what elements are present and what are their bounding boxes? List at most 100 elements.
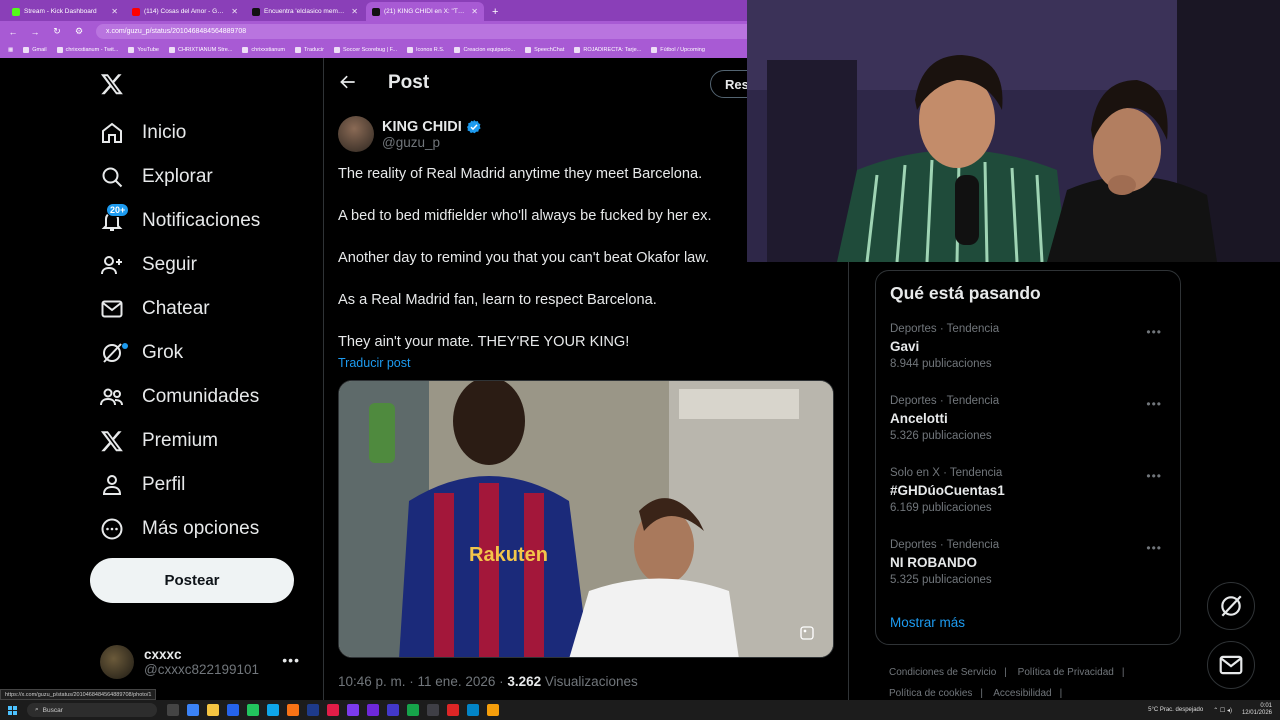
post-meta: 10:46 p. m. · 11 ene. 2026 · 3.262 Visua… (338, 674, 638, 689)
more-icon[interactable]: ••• (1146, 397, 1162, 411)
home-icon (102, 122, 122, 143)
more-icon[interactable]: ••• (282, 652, 300, 668)
x-logo-icon[interactable] (100, 72, 124, 96)
back-arrow-icon[interactable] (338, 72, 358, 92)
bookmark-item[interactable]: Soccer Scorebug | F... (333, 47, 397, 53)
post-button[interactable]: Postear (90, 558, 294, 603)
webcam-feed (747, 0, 1280, 262)
apps-icon[interactable]: ▦ (8, 47, 13, 53)
close-icon[interactable]: ✕ (231, 7, 238, 16)
author-name[interactable]: KING CHIDI (382, 119, 462, 135)
more-icon[interactable]: ••• (1146, 541, 1162, 555)
post-timestamp[interactable]: 10:46 p. m. · 11 ene. 2026 · (338, 674, 507, 689)
kick-icon (12, 7, 20, 16)
sidebar-item-grok[interactable]: Grok (100, 333, 183, 373)
footer-link[interactable]: Condiciones de Servicio (889, 667, 996, 678)
author-avatar[interactable] (338, 116, 374, 152)
more-icon[interactable]: ••• (1146, 469, 1162, 483)
verified-badge-icon (466, 119, 481, 133)
task-view-icon[interactable] (167, 704, 179, 716)
outlook-icon[interactable] (227, 704, 239, 716)
views-count: 3.262 (507, 674, 542, 689)
footer-link[interactable]: Accesibilidad (993, 688, 1051, 699)
browser-tab[interactable]: Encuentra 'elclasico memes' en ...✕ (246, 2, 364, 21)
post-image[interactable]: Rakuten (338, 380, 834, 658)
messages-fab-button[interactable] (1207, 641, 1255, 689)
bookmark-item[interactable]: CHRIXTIANUM Stre... (168, 47, 232, 53)
trend-item[interactable]: Deportes · Tendencia Gavi 8.944 publicac… (890, 323, 1170, 370)
after-effects-icon[interactable] (347, 704, 359, 716)
sidebar-item-inicio[interactable]: Inicio (100, 113, 186, 153)
alt-text-icon[interactable] (799, 625, 815, 641)
close-icon[interactable]: ✕ (351, 7, 358, 16)
site-info-icon[interactable]: ⚙ (74, 26, 84, 37)
sidebar-item-notificaciones[interactable]: 20+ Notificaciones (100, 201, 260, 241)
chrome-icon[interactable] (487, 704, 499, 716)
grok-icon (103, 343, 122, 363)
obs-icon[interactable] (427, 704, 439, 716)
folder-icon[interactable] (207, 704, 219, 716)
new-tab-button[interactable]: + (492, 6, 498, 18)
taskbar-apps (167, 704, 499, 716)
bookmark-item[interactable]: ROJADIRECTA: Tarje... (574, 47, 641, 53)
avatar (100, 645, 134, 679)
media-encoder-icon[interactable] (367, 704, 379, 716)
premiere-icon[interactable] (387, 704, 399, 716)
trend-item[interactable]: Deportes · Tendencia Ancelotti 5.326 pub… (890, 395, 1170, 442)
edge-icon[interactable] (267, 704, 279, 716)
weather-text[interactable]: 5°C Prac. despejado (1148, 707, 1203, 713)
url-field[interactable]: x.com/guzu_p/status/2010468484564889708 (96, 24, 826, 39)
youtube-icon[interactable] (447, 704, 459, 716)
back-icon[interactable]: ← (8, 27, 18, 37)
grok-fab-button[interactable] (1207, 582, 1255, 630)
sidebar-item-premium[interactable]: Premium (100, 421, 218, 461)
bookmark-item[interactable]: Iconos R.S. (407, 47, 444, 53)
close-icon[interactable]: ✕ (471, 7, 478, 16)
app-icon[interactable] (407, 704, 419, 716)
photoshop-icon[interactable] (307, 704, 319, 716)
trend-item[interactable]: Deportes · Tendencia NI ROBANDO 5.325 pu… (890, 539, 1170, 586)
store-icon[interactable] (187, 704, 199, 716)
bookmark-item[interactable]: Fútbol / Upcoming (651, 47, 705, 53)
app-icon[interactable] (467, 704, 479, 716)
forward-icon[interactable]: → (30, 27, 40, 37)
bookmark-item[interactable]: chrixxstianum - Twit... (56, 47, 118, 53)
windows-start-icon[interactable] (8, 705, 17, 715)
bookmark-item[interactable]: chrixxstianum (242, 47, 285, 53)
reload-icon[interactable]: ↻ (52, 26, 62, 37)
browser-tab[interactable]: Stream - Kick Dashboard ✕ (6, 2, 124, 21)
sidebar-item-comunidades[interactable]: Comunidades (100, 377, 259, 417)
footer-link[interactable]: Política de Privacidad (1018, 667, 1114, 678)
account-switcher[interactable]: cxxxc @cxxxc822199101 ••• (100, 642, 310, 682)
grok-icon (1221, 595, 1242, 617)
show-more-link[interactable]: Mostrar más (890, 615, 965, 630)
post-author[interactable]: KING CHIDI @guzu_p (338, 116, 482, 152)
browser-tab[interactable]: (114) Cosas del Amor - Golpe ...✕ (126, 2, 244, 21)
sidebar-item-mas-opciones[interactable]: Más opciones (100, 509, 259, 549)
trend-item[interactable]: Solo en X · Tendencia #GHDúoCuentas1 6.1… (890, 467, 1170, 514)
translate-post-link[interactable]: Traducir post (338, 356, 410, 370)
clock[interactable]: 0:01 12/01/2026 (1242, 703, 1272, 717)
more-icon[interactable]: ••• (1146, 325, 1162, 339)
tray-icons[interactable]: ⌃ ☐ ◂) (1213, 707, 1232, 714)
illustrator-icon[interactable] (287, 704, 299, 716)
new-dot (122, 343, 128, 349)
bookmark-item[interactable]: Traducir (295, 47, 324, 53)
bookmark-item[interactable]: SpeechChat (525, 47, 564, 53)
bookmark-item[interactable]: Creacion equipacio... (454, 47, 515, 53)
teams-icon[interactable] (247, 704, 259, 716)
close-icon[interactable]: ✕ (111, 7, 118, 16)
footer-link[interactable]: Política de cookies (889, 688, 972, 699)
trends-title: Qué está pasando (890, 283, 1041, 303)
sidebar-item-perfil[interactable]: Perfil (100, 465, 185, 505)
sidebar-item-chatear[interactable]: Chatear (100, 289, 210, 329)
bookmark-item[interactable]: Gmail (23, 47, 47, 53)
sidebar-item-seguir[interactable]: Seguir (100, 245, 197, 285)
author-handle[interactable]: @guzu_p (382, 135, 482, 150)
post-text-line: They ain't your mate. THEY'RE YOUR KING! (338, 334, 630, 350)
taskbar-search[interactable]: ⌕ Buscar (27, 703, 157, 717)
browser-tab-active[interactable]: (21) KING CHIDI en X: "The reali...✕ (366, 2, 484, 21)
bookmark-item[interactable]: YouTube (128, 47, 159, 53)
sidebar-item-explorar[interactable]: Explorar (100, 157, 213, 197)
app-icon[interactable] (327, 704, 339, 716)
